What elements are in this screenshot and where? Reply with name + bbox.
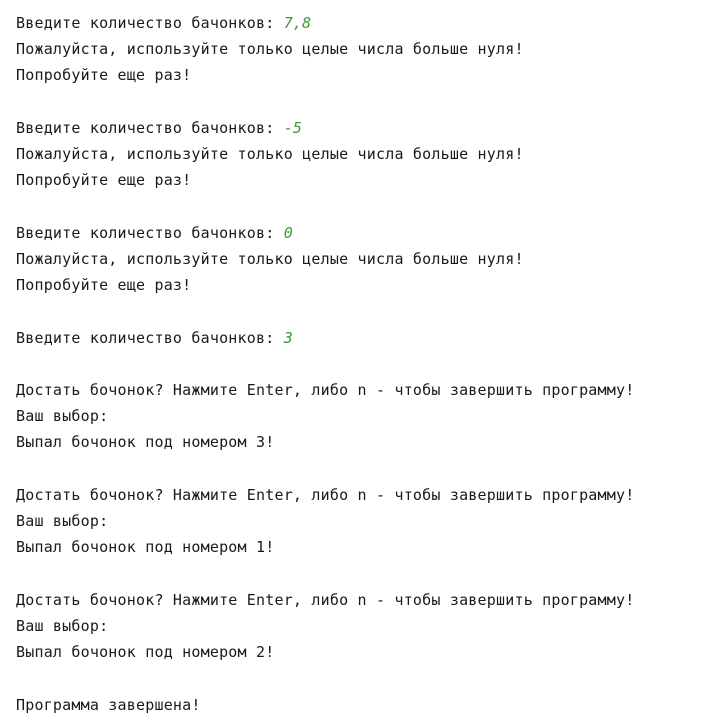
retry-line: Попробуйте еще раз! bbox=[16, 276, 192, 294]
error-line: Пожалуйста, используйте только целые чис… bbox=[16, 145, 524, 163]
prompt-line: Введите количество бачонков: -5 bbox=[16, 117, 302, 139]
prompt-text: Введите количество бачонков: bbox=[16, 329, 284, 347]
prompt-line: Введите количество бачонков: 0 bbox=[16, 222, 293, 244]
result-line: Выпал бочонок под номером 3! bbox=[16, 433, 275, 451]
prompt-line: Введите количество бачонков: 7,8 bbox=[16, 12, 311, 34]
draw-prompt-line: Достать бочонок? Нажмите Enter, либо n -… bbox=[16, 486, 635, 504]
choice-line: Ваш выбор: bbox=[16, 512, 109, 530]
prompt-text: Введите количество бачонков: bbox=[16, 119, 284, 137]
error-line: Пожалуйста, используйте только целые чис… bbox=[16, 40, 524, 58]
finish-line: Программа завершена! bbox=[16, 696, 201, 714]
user-input: 0 bbox=[283, 224, 293, 242]
user-input: -5 bbox=[283, 119, 303, 137]
console-output: Введите количество бачонков: 7,8 Пожалуй… bbox=[0, 0, 715, 725]
error-line: Пожалуйста, используйте только целые чис… bbox=[16, 250, 524, 268]
draw-prompt-line: Достать бочонок? Нажмите Enter, либо n -… bbox=[16, 591, 635, 609]
draw-prompt-line: Достать бочонок? Нажмите Enter, либо n -… bbox=[16, 381, 635, 399]
choice-line: Ваш выбор: bbox=[16, 617, 109, 635]
result-line: Выпал бочонок под номером 2! bbox=[16, 643, 275, 661]
retry-line: Попробуйте еще раз! bbox=[16, 171, 192, 189]
prompt-text: Введите количество бачонков: bbox=[16, 14, 284, 32]
user-input: 7,8 bbox=[283, 14, 312, 32]
result-line: Выпал бочонок под номером 1! bbox=[16, 538, 275, 556]
user-input: 3 bbox=[283, 329, 293, 347]
retry-line: Попробуйте еще раз! bbox=[16, 66, 192, 84]
prompt-text: Введите количество бачонков: bbox=[16, 224, 284, 242]
choice-line: Ваш выбор: bbox=[16, 407, 109, 425]
prompt-line: Введите количество бачонков: 3 bbox=[16, 327, 293, 349]
